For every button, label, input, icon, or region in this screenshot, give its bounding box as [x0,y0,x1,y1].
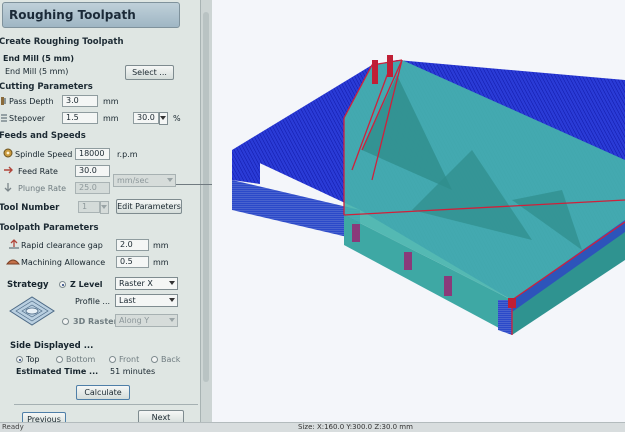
calculate-button[interactable]: Calculate [76,385,130,400]
raster3d-chevron-down-icon [169,318,175,322]
zlevel-radio[interactable] [59,281,66,288]
feed-rate-icon [4,166,13,174]
tool-marker-1 [372,60,378,84]
panel-scrollbar[interactable] [200,0,212,431]
tool-number-label: Tool Number [0,203,60,213]
section-toolpath-parameters: Toolpath Parameters [0,223,99,233]
pass-depth-unit: mm [103,97,119,106]
rapid-clearance-unit: mm [153,241,169,250]
edit-parameters-button[interactable]: Edit Parameters [116,199,182,214]
stock-size-readout: Size: X:160.0 Y:300.0 Z:30.0 mm [298,423,413,431]
machining-allowance-unit: mm [153,258,169,267]
panel-title: Roughing Toolpath [9,8,136,22]
profile-select-value: Last [119,296,136,305]
pocket-notch-3 [444,276,452,296]
raster3d-select-value: Along Y [119,316,150,325]
zlevel-label: Z Level [70,280,103,289]
pocket-notch-2 [404,252,412,270]
feed-rate-label: Feed Rate [18,167,58,176]
zlevel-chevron-down-icon [169,281,175,285]
spindle-speed-input[interactable]: 18000 [75,148,110,160]
panel-scrollbar-thumb[interactable] [203,12,209,382]
pocket-notch-1 [352,224,360,242]
rate-unit-chevron-down-icon [167,178,173,182]
tool-number-spinner[interactable] [100,201,109,214]
tool-marker-3 [508,298,516,308]
tool-name-heading: End Mill (5 mm) [3,54,74,63]
percent-unit: % [173,114,181,123]
pass-depth-label: Pass Depth [9,97,54,106]
select-tool-button[interactable]: Select ... [125,65,174,80]
rate-unit-value: mm/sec [117,176,149,185]
tool-name: End Mill (5 mm) [5,67,69,76]
profile-chevron-down-icon [169,298,175,302]
side-back-radio[interactable] [151,356,158,363]
estimated-time-value: 51 minutes [110,367,156,376]
section-create-roughing: Create Roughing Toolpath [0,37,124,47]
stepover-percent-spinner[interactable] [159,112,168,125]
plunge-rate-input[interactable]: 25.0 [75,182,110,194]
toolpath-preview[interactable] [212,0,625,422]
rapid-clearance-label: Rapid clearance gap [21,241,103,250]
plunge-rate-icon [4,183,12,192]
plunge-rate-label: Plunge Rate [18,184,67,193]
rapid-clearance-icon [9,239,19,249]
buttons-divider [14,404,198,405]
rate-unit-select[interactable]: mm/sec [113,174,176,187]
machining-allowance-icon [6,259,20,265]
section-cutting-parameters: Cutting Parameters [0,82,93,92]
pass-depth-icon [1,97,6,105]
estimated-time-label: Estimated Time ... [16,367,99,376]
spindle-icon [3,148,13,158]
side-front-label: Front [119,355,140,364]
machining-allowance-input[interactable]: 0.5 [116,256,149,268]
3d-viewport[interactable] [212,0,625,422]
tool-marker-2 [387,55,393,77]
profile-select[interactable]: Last [115,294,178,307]
feed-rate-input[interactable]: 30.0 [75,165,110,177]
stepover-label: Stepover [9,114,46,123]
rapid-clearance-input[interactable]: 2.0 [116,239,149,251]
section-feeds-and-speeds: Feeds and Speeds [0,131,86,141]
raster3d-label: 3D Raster [73,317,118,326]
side-displayed-label: Side Displayed ... [10,341,94,351]
stepover-percent-input[interactable]: 30.0 [133,112,159,124]
zlevel-select[interactable]: Raster X [115,277,178,290]
status-text: Ready [2,423,24,431]
zlevel-select-value: Raster X [119,279,153,288]
raster3d-radio[interactable] [62,318,69,325]
strategy-label: Strategy [7,280,49,290]
machining-allowance-label: Machining Allowance [21,258,106,267]
side-top-radio[interactable] [16,356,23,363]
panel-header: Roughing Toolpath [2,2,180,28]
toolpath-panel: Roughing Toolpath Create Roughing Toolpa… [0,0,212,431]
pass-depth-input[interactable]: 3.0 [62,95,98,107]
side-front-radio[interactable] [109,356,116,363]
side-bottom-label: Bottom [66,355,96,364]
side-bottom-radio[interactable] [56,356,63,363]
profile-label: Profile ... [75,297,111,306]
side-back-label: Back [161,355,181,364]
spindle-speed-unit: r.p.m [117,150,138,159]
strategy-preview-icon [9,296,55,326]
raster3d-select[interactable]: Along Y [115,314,178,327]
stepover-unit: mm [103,114,119,123]
side-top-label: Top [26,355,40,364]
stepover-icon [1,114,7,122]
spindle-speed-label: Spindle Speed [15,150,73,159]
tool-number-input[interactable]: 1 [78,201,100,213]
stepover-input[interactable]: 1.5 [62,112,98,124]
